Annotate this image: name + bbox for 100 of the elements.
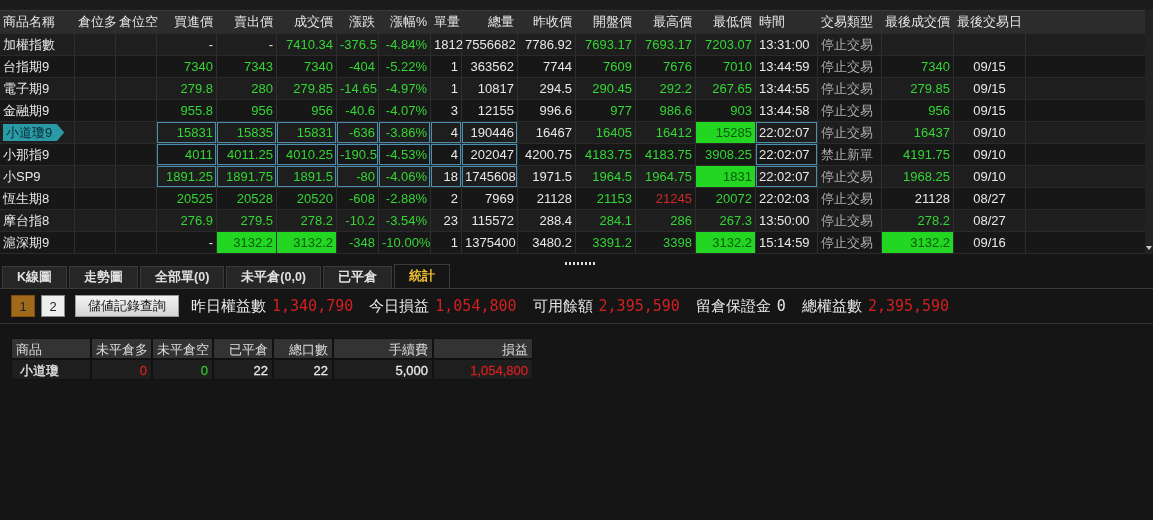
column-header[interactable]: 漲幅% [379, 11, 431, 33]
page-button[interactable]: 1 [11, 295, 35, 317]
table-cell: 09/10 [973, 147, 1006, 162]
table-row[interactable]: 台指期9 7340 7343 7340 -404 -5.22% 1 363562 7744 7609 7676 7010 13:44:59 停止交易 7340 09/15 [0, 56, 1145, 78]
table-cell: 15831 [176, 125, 213, 140]
table-cell: 3391.2 [592, 235, 632, 250]
column-header[interactable]: 時間 [756, 11, 818, 33]
tab[interactable]: 未平倉(0,0) [226, 266, 321, 288]
column-header[interactable]: 開盤價 [576, 11, 636, 33]
product-name[interactable]: 小那指9 [3, 147, 50, 162]
column-header[interactable]: 商品名稱 [0, 11, 75, 33]
table-cell: 停止交易 [821, 235, 873, 250]
table-row[interactable]: 小那指9 4011 4011.25 4010.25 -190.5 -4.53% 4 202047 4200.75 4183.75 4183.75 3908.25 22:02:07 禁止新單 4191.75 09/10 [0, 144, 1145, 166]
tab[interactable]: 走勢圖 [69, 266, 139, 288]
product-name[interactable]: 電子期9 [3, 81, 50, 96]
column-header[interactable]: 漲跌 [337, 11, 379, 33]
table-row[interactable]: 滬深期9 - 3132.2 3132.2 -348 -10.00% 1 1375400 3480.2 3391.2 3398 3132.2 15:14:59 停止交易 3132.2 09/16 [0, 232, 1145, 254]
summary-value: 0 [776, 297, 786, 315]
table-cell: 20520 [296, 191, 333, 206]
splitter-grip[interactable] [565, 262, 597, 265]
column-header[interactable]: 單量 [431, 11, 462, 33]
tab[interactable]: 已平倉 [323, 266, 392, 288]
table-cell: 290.45 [592, 81, 632, 96]
table-cell: 4191.75 [903, 147, 950, 162]
table-cell: 1964.5 [592, 169, 632, 184]
table-cell: 190446 [470, 125, 514, 140]
tab[interactable]: 統計 [394, 264, 450, 288]
product-name[interactable]: 滬深期9 [3, 235, 50, 250]
table-cell: -608 [348, 191, 375, 206]
query-button[interactable]: 儲値記錄查詢 [75, 295, 179, 317]
product-name[interactable]: 摩台指8 [3, 213, 50, 228]
table-cell: 4011.25 [226, 147, 273, 162]
table-cell: 1968.25 [903, 169, 950, 184]
table-cell: 15831 [296, 125, 333, 140]
table-cell: 22:02:07 [759, 147, 810, 162]
product-name[interactable]: 台指期9 [3, 59, 50, 74]
column-header[interactable]: 昨收價 [518, 11, 576, 33]
column-header[interactable]: 總量 [462, 11, 518, 33]
table-cell: 1964.75 [645, 169, 692, 184]
table-cell: 1812 [434, 37, 463, 52]
table-row[interactable]: 金融期9 955.8 956 956 -40.6 -4.07% 3 12155 996.6 977 986.6 903 13:44:58 停止交易 956 09/15 [0, 100, 1145, 122]
table-cell: 13:44:58 [759, 103, 810, 118]
column-header: 未平倉空 [152, 338, 213, 359]
table-cell: 停止交易 [821, 37, 873, 52]
scroll-down-icon[interactable] [1145, 244, 1153, 252]
table-cell: 267.65 [712, 81, 752, 96]
table-cell: 279.8 [180, 81, 213, 96]
table-cell: 停止交易 [821, 213, 873, 228]
table-cell: 16405 [595, 125, 632, 140]
table-cell: 3 [450, 103, 458, 118]
table-row[interactable]: 摩台指8 276.9 279.5 278.2 -10.2 -3.54% 23 115572 288.4 284.1 286 267.3 13:50:00 停止交易 278.2 08/27 [0, 210, 1145, 232]
table-cell: 停止交易 [821, 103, 873, 118]
column-header[interactable]: 倉位空 [116, 11, 157, 33]
column-header[interactable]: 交易類型 [818, 11, 882, 33]
scrollbar[interactable] [1145, 10, 1153, 254]
product-name[interactable]: 小道瓊9 [6, 125, 53, 140]
table-cell: 09/10 [973, 125, 1006, 140]
table-cell: 7744 [543, 59, 572, 74]
column-header[interactable]: 最後交易日 [954, 11, 1026, 33]
column-header[interactable]: 最後成交價 [882, 11, 954, 33]
table-cell: 2 [450, 191, 458, 206]
tab[interactable]: K線圖 [2, 266, 68, 288]
table-cell: - [208, 235, 213, 250]
table-row[interactable]: 電子期9 279.8 280 279.85 -14.65 -4.97% 1 10817 294.5 290.45 292.2 267.65 13:44:55 停止交易 279.85 09/15 [0, 78, 1145, 100]
table-cell: 0 [200, 363, 208, 378]
table-cell: 278.2 [300, 213, 333, 228]
table-row[interactable]: 小SP9 1891.25 1891.75 1891.5 -80 -4.06% 18 1745608 1971.5 1964.5 1964.75 1831 22:02:07 停止交易 1968.25 09/10 [0, 166, 1145, 188]
table-cell: 3132.2 [712, 235, 752, 250]
column-header[interactable]: 最高價 [636, 11, 696, 33]
table-cell: 996.6 [539, 103, 572, 118]
table-cell: 7969 [485, 191, 514, 206]
product-name[interactable]: 金融期9 [3, 103, 50, 118]
column-header[interactable]: 成交價 [277, 11, 337, 33]
table-cell: 4 [450, 147, 458, 162]
column-header[interactable]: 倉位多 [75, 11, 116, 33]
table-cell: 202047 [470, 147, 514, 162]
table-cell: -4.97% [385, 81, 427, 96]
product-name[interactable]: 小SP9 [3, 169, 41, 184]
column-header: 總口數 [273, 338, 333, 359]
product-name[interactable]: 加權指數 [3, 37, 55, 52]
product-name[interactable]: 恆生期8 [3, 191, 50, 206]
table-cell: 3480.2 [532, 235, 572, 250]
column-header[interactable]: 賣出價 [217, 11, 277, 33]
table-cell: 09/16 [973, 235, 1006, 250]
page-button[interactable]: 2 [41, 295, 65, 317]
table-cell: -636 [348, 125, 375, 140]
table-cell: 294.5 [539, 81, 572, 96]
table-cell: -10.2 [345, 213, 375, 228]
table-row[interactable]: 小道瓊9 15831 15835 15831 -636 -3.86% 4 190446 16467 16405 16412 15285 22:02:07 停止交易 16437 09/10 [0, 122, 1145, 144]
table-cell: 3132.2 [233, 235, 273, 250]
table-cell: 7693.17 [585, 37, 632, 52]
column-header[interactable]: 最低價 [696, 11, 756, 33]
table-cell: 21153 [596, 191, 632, 206]
tab[interactable]: 全部單(0) [140, 266, 225, 288]
table-row[interactable]: 加權指數 - - 7410.34 -376.5 -4.84% 18127556682 7786.92 7693.17 7693.17 7203.07 13:31:00 停止交易 [0, 34, 1145, 56]
table-row[interactable]: 恆生期8 20525 20528 20520 -608 -2.88% 2 7969 21128 21153 21245 20072 22:02:03 停止交易 21128 08/27 [0, 188, 1145, 210]
table-cell: 08/27 [973, 191, 1006, 206]
table-cell: 955.8 [180, 103, 213, 118]
table-cell: -10.00% [382, 235, 431, 250]
column-header[interactable]: 買進價 [157, 11, 217, 33]
